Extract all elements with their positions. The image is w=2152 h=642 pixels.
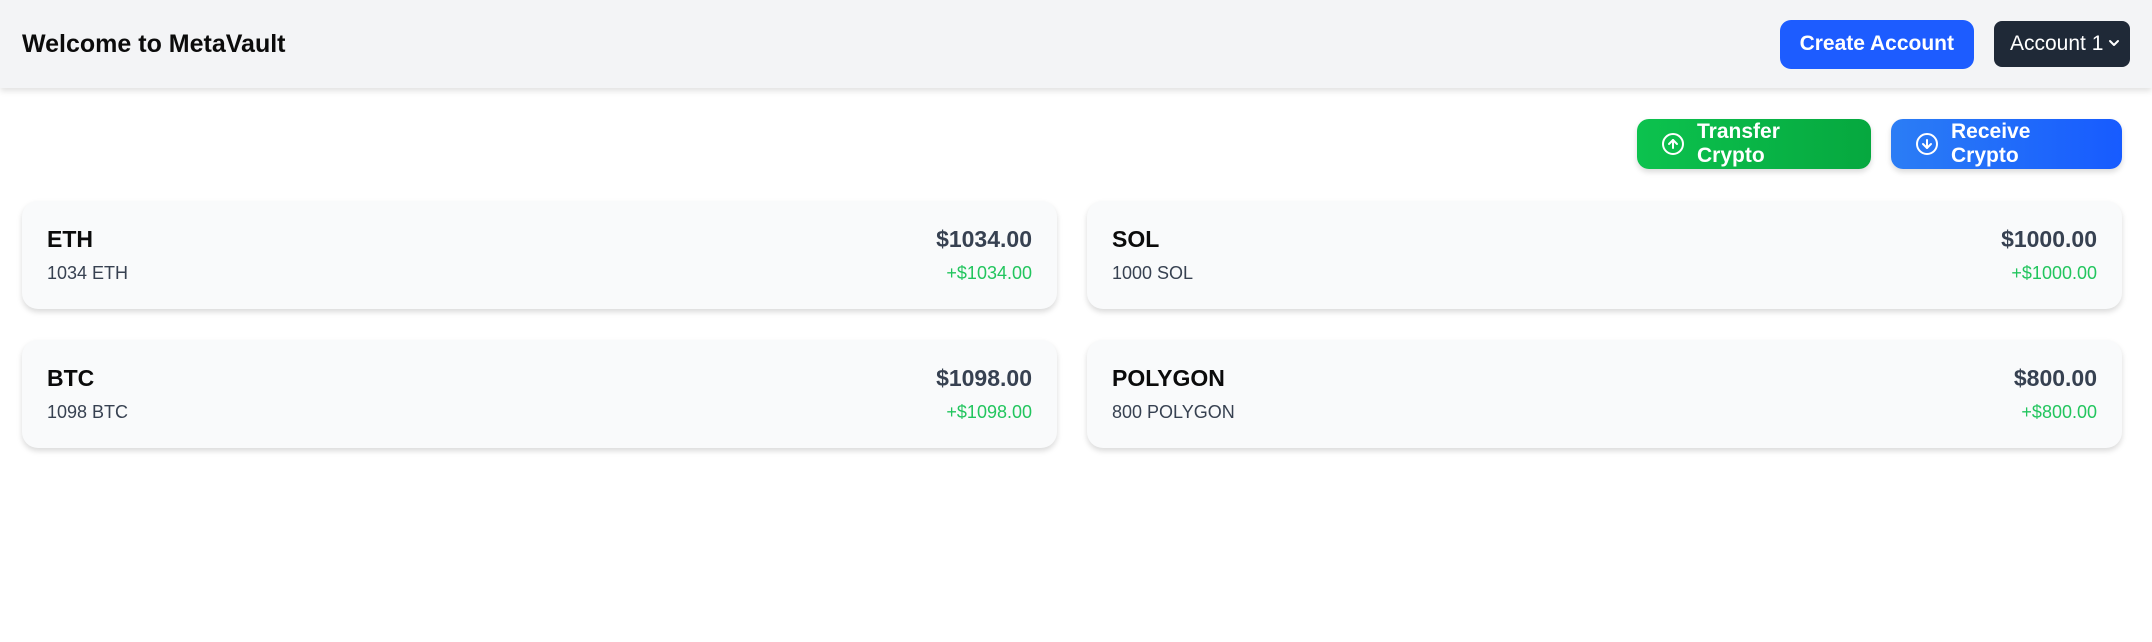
asset-symbol: BTC <box>47 365 95 391</box>
receive-crypto-label: Receive Crypto <box>1951 120 2031 167</box>
asset-amount: 1098 BTC <box>47 402 129 422</box>
asset-value: $800.00 <box>2013 365 2097 391</box>
asset-value: $1034.00 <box>936 226 1032 252</box>
asset-change: +$1034.00 <box>946 263 1032 283</box>
asset-card-sol[interactable]: SOL 1000 SOL $1000.00 +$1000.00 <box>1087 201 2122 309</box>
arrow-up-circle-icon <box>1661 132 1685 156</box>
asset-change: +$1000.00 <box>2011 263 2097 283</box>
transfer-crypto-button[interactable]: Transfer Crypto <box>1637 119 1871 169</box>
asset-change: +$800.00 <box>2021 402 2097 422</box>
asset-value: $1000.00 <box>2001 226 2097 252</box>
chevron-down-icon <box>2108 36 2120 52</box>
create-account-button[interactable]: Create Account <box>1779 19 1974 69</box>
page-title: Welcome to MetaVault <box>22 29 286 58</box>
receive-crypto-button[interactable]: Receive Crypto <box>1891 119 2122 169</box>
asset-grid: ETH 1034 ETH $1034.00 +$1034.00 SOL 1000… <box>22 201 2122 448</box>
asset-card-eth[interactable]: ETH 1034 ETH $1034.00 +$1034.00 <box>22 201 1057 309</box>
asset-amount: 800 POLYGON <box>1112 402 1235 422</box>
asset-amount: 1034 ETH <box>47 263 129 283</box>
account-select[interactable]: Account 1 <box>1994 21 2130 67</box>
asset-symbol: ETH <box>47 226 93 252</box>
app-header: Welcome to MetaVault Create Account Acco… <box>0 0 2152 88</box>
arrow-down-circle-icon <box>1915 132 1939 156</box>
asset-card-btc[interactable]: BTC 1098 BTC $1098.00 +$1098.00 <box>22 340 1057 448</box>
asset-value: $1098.00 <box>936 365 1032 391</box>
asset-symbol: POLYGON <box>1112 365 1225 391</box>
asset-symbol: SOL <box>1112 226 1160 252</box>
asset-change: +$1098.00 <box>946 402 1032 422</box>
asset-amount: 1000 SOL <box>1112 263 1194 283</box>
asset-card-polygon[interactable]: POLYGON 800 POLYGON $800.00 +$800.00 <box>1087 340 2122 448</box>
wallet-actions: Transfer Crypto Receive Crypto <box>1637 119 2122 169</box>
transfer-crypto-label: Transfer Crypto <box>1697 120 1780 167</box>
account-select-value: Account 1 <box>2010 32 2104 55</box>
